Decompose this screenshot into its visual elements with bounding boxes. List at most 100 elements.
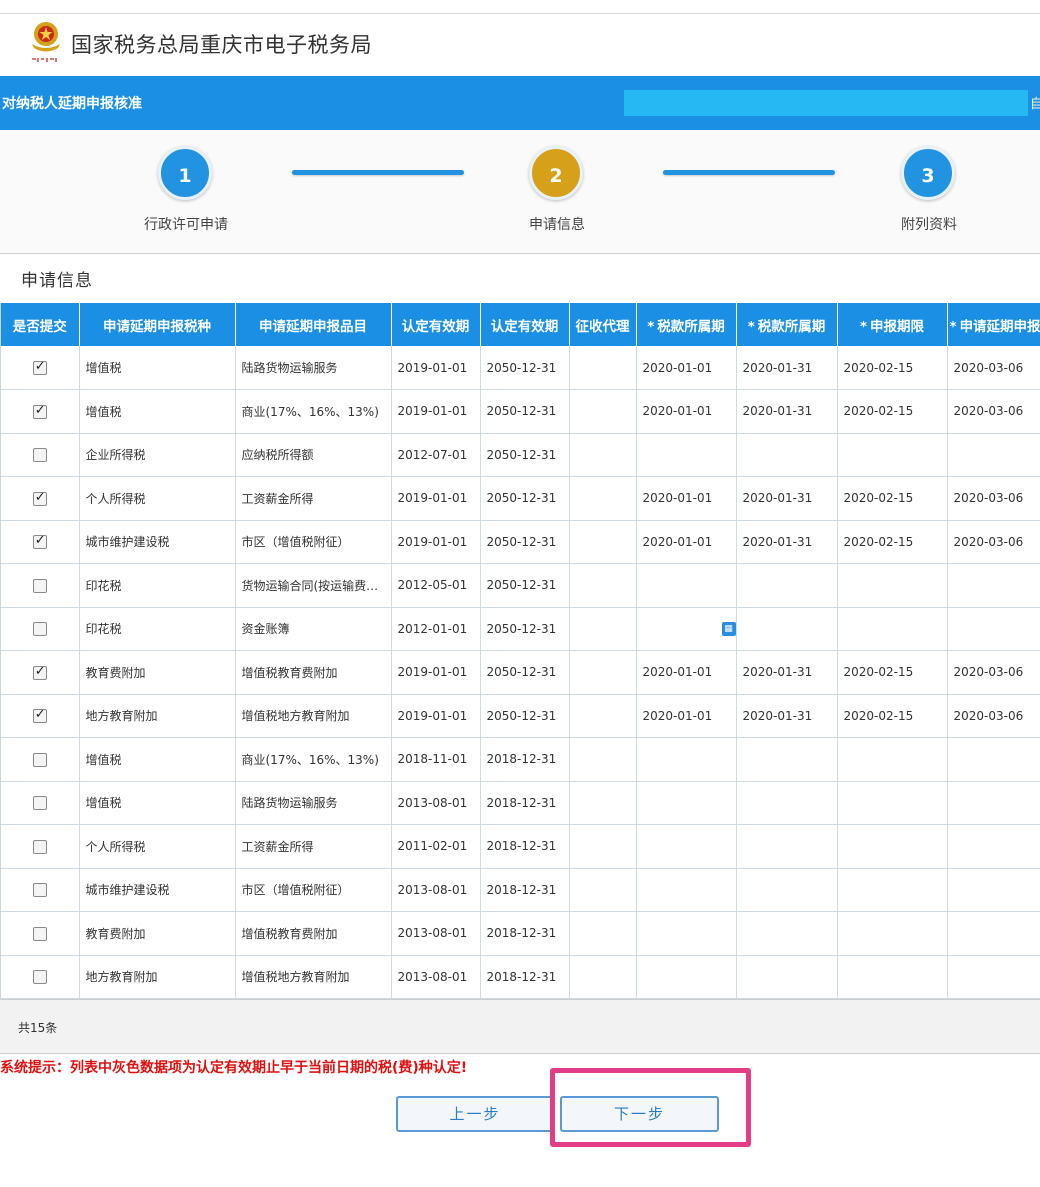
table-row[interactable]: 教育费附加 增值税教育费附加 2013-08-01 2018-12-31 (1, 911, 1040, 956)
col-header-submit[interactable]: 是否提交 (1, 303, 80, 346)
cell-deadline[interactable]: 2020-02-15 (837, 520, 948, 564)
table-row[interactable]: 教育费附加增值税教育费附加2019-01-012050-12-31 2020-01… (1, 650, 1040, 695)
cell-period-start[interactable] (636, 868, 737, 912)
cell-period-start[interactable]: 2020-01-01 (636, 346, 737, 390)
cell-extended-deadline[interactable]: 2020-03-06 (947, 389, 1040, 434)
prev-step-button[interactable]: 上一步 (396, 1096, 554, 1132)
cell-period-end[interactable]: 2020-01-31 (736, 650, 838, 695)
table-row[interactable]: 增值税 陆路货物运输服务 2013-08-01 2018-12-31 (1, 781, 1040, 825)
cell-extended-deadline[interactable]: 2020-03-06 (947, 650, 1040, 695)
cell-period-start[interactable] (636, 781, 737, 825)
cell-period-start[interactable]: 2020-01-01 (636, 650, 737, 695)
cell-period-end[interactable] (736, 868, 838, 912)
cell-deadline[interactable]: 2020-02-15 (837, 476, 948, 521)
cell-deadline[interactable] (837, 955, 948, 999)
cell-period-end[interactable] (736, 911, 838, 956)
cell-deadline[interactable] (837, 563, 948, 608)
cell-period-end[interactable]: 2020-01-31 (736, 520, 838, 564)
cell-extended-deadline[interactable] (947, 955, 1040, 999)
submit-checkbox[interactable] (32, 578, 47, 593)
table-row[interactable]: 地方教育附加增值税地方教育附加2019-01-012050-12-31 2020-… (1, 694, 1040, 738)
cell-period-end[interactable]: 2020-01-31 (736, 694, 838, 738)
cell-period-start[interactable] (636, 911, 737, 956)
col-header-period-end[interactable]: * 税款所属期 (736, 303, 838, 346)
submit-checkbox[interactable] (32, 664, 47, 680)
cell-period-start[interactable]: 2020-01-01 (636, 520, 737, 564)
table-row[interactable]: 增值税 商业(17%、16%、13%) 2018-11-01 2018-12-31 (1, 737, 1040, 782)
cell-period-start[interactable]: 2020-01-01 (636, 694, 737, 738)
cell-deadline[interactable] (837, 911, 948, 956)
submit-checkbox[interactable] (32, 533, 47, 549)
col-header-tax-type[interactable]: 申请延期申报税种 (79, 303, 236, 346)
cell-period-end[interactable] (736, 781, 838, 825)
cell-period-end[interactable] (736, 955, 838, 999)
calendar-icon[interactable]: ▦ (721, 621, 735, 636)
cell-period-end[interactable]: 2020-01-31 (736, 389, 838, 434)
cell-period-end[interactable] (736, 563, 838, 608)
cell-deadline[interactable]: 2020-02-15 (837, 694, 948, 738)
cell-deadline[interactable] (837, 433, 948, 477)
cell-period-start[interactable] (636, 433, 737, 477)
cell-period-start[interactable] (636, 824, 737, 869)
cell-extended-deadline[interactable]: 2020-03-06 (947, 520, 1040, 564)
table-row[interactable]: 个人所得税 工资薪金所得 2011-02-01 2018-12-31 (1, 824, 1040, 869)
col-header-valid-to[interactable]: 认定有效期 (480, 303, 570, 346)
submit-checkbox[interactable] (32, 403, 47, 419)
submit-checkbox[interactable] (32, 490, 47, 506)
submit-checkbox[interactable] (32, 448, 47, 462)
cell-deadline[interactable] (837, 868, 948, 912)
cell-extended-deadline[interactable] (947, 824, 1040, 869)
submit-checkbox[interactable] (32, 970, 47, 984)
cell-extended-deadline[interactable] (947, 563, 1040, 608)
cell-period-end[interactable]: 2020-01-31 (736, 346, 838, 390)
cell-deadline[interactable] (837, 781, 948, 825)
submit-checkbox[interactable] (32, 622, 47, 636)
cell-period-start[interactable] (636, 563, 737, 608)
submit-checkbox[interactable] (32, 926, 47, 941)
cell-extended-deadline[interactable]: 2020-03-06 (947, 476, 1040, 521)
col-header-tax-item[interactable]: 申请延期申报品目 (235, 303, 392, 346)
cell-extended-deadline[interactable] (947, 781, 1040, 825)
cell-extended-deadline[interactable] (947, 737, 1040, 782)
table-row[interactable]: 印花税 资金账簿 2012-01-01 2050-12-31 ▦ (1, 607, 1040, 651)
col-header-agent[interactable]: 征收代理 (569, 303, 637, 346)
col-header-extended-deadline[interactable]: * 申请延期申报 (947, 303, 1040, 346)
cell-deadline[interactable] (837, 737, 948, 782)
cell-deadline[interactable] (837, 607, 948, 651)
submit-checkbox[interactable] (32, 839, 47, 854)
cell-period-end[interactable] (736, 607, 838, 651)
cell-deadline[interactable]: 2020-02-15 (837, 389, 948, 434)
table-row[interactable]: 地方教育附加 增值税地方教育附加 2013-08-01 2018-12-31 (1, 955, 1040, 999)
cell-period-start[interactable]: 2020-01-01 (636, 389, 737, 434)
cell-period-start[interactable] (636, 955, 737, 999)
cell-period-end[interactable] (736, 433, 838, 477)
cell-deadline[interactable] (837, 824, 948, 869)
table-row[interactable]: 企业所得税 应纳税所得额 2012-07-01 2050-12-31 (1, 433, 1040, 477)
col-header-deadline[interactable]: * 申报期限 (837, 303, 948, 346)
col-header-valid-from[interactable]: 认定有效期 (391, 303, 481, 346)
table-row[interactable]: 城市维护建设税市区（增值税附征）2019-01-012050-12-31 2020… (1, 520, 1040, 564)
cell-period-start[interactable] (636, 737, 737, 782)
cell-extended-deadline[interactable]: 2020-03-06 (947, 694, 1040, 738)
col-header-period-start[interactable]: * 税款所属期 (636, 303, 737, 346)
cell-period-end[interactable]: 2020-01-31 (736, 476, 838, 521)
cell-extended-deadline[interactable] (947, 607, 1040, 651)
table-row[interactable]: 印花税 货物运输合同(按运输费… 2012-05-01 2050-12-31 (1, 563, 1040, 608)
submit-checkbox[interactable] (32, 707, 47, 723)
table-row[interactable]: 城市维护建设税 市区（增值税附征） 2013-08-01 2018-12-31 (1, 868, 1040, 912)
submit-checkbox[interactable] (32, 883, 47, 897)
table-row[interactable]: 个人所得税工资薪金所得2019-01-012050-12-31 2020-01-0… (1, 476, 1040, 521)
cell-extended-deadline[interactable] (947, 911, 1040, 956)
cell-extended-deadline[interactable] (947, 868, 1040, 912)
cell-extended-deadline[interactable] (947, 433, 1040, 477)
cell-extended-deadline[interactable]: 2020-03-06 (947, 346, 1040, 390)
submit-checkbox[interactable] (32, 796, 47, 810)
table-row[interactable]: 增值税陆路货物运输服务2019-01-012050-12-31 2020-01-0… (1, 346, 1040, 390)
cell-period-end[interactable] (736, 737, 838, 782)
cell-period-end[interactable] (736, 824, 838, 869)
cell-period-start[interactable]: 2020-01-01 (636, 476, 737, 521)
cell-period-start[interactable]: ▦ (636, 607, 737, 651)
table-row[interactable]: 增值税商业(17%、16%、13%)2019-01-012050-12-31 20… (1, 389, 1040, 434)
submit-checkbox[interactable] (32, 752, 47, 767)
cell-deadline[interactable]: 2020-02-15 (837, 346, 948, 390)
